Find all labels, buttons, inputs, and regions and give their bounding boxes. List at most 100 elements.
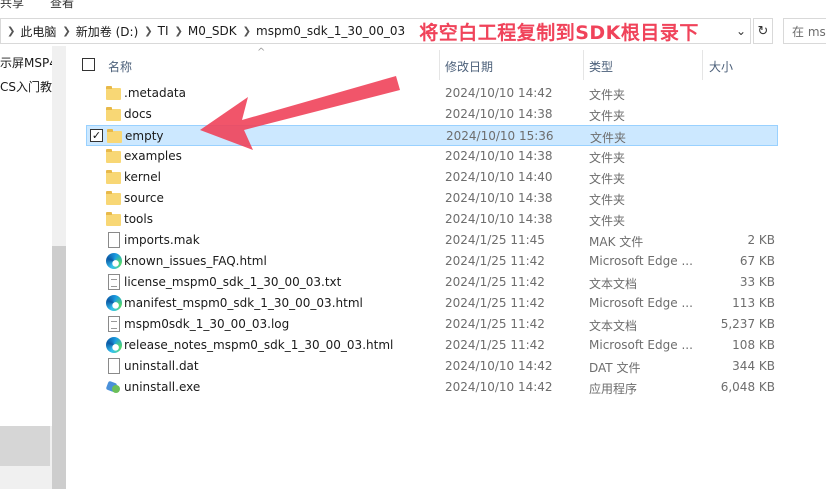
nav-horizontal-thumb[interactable]: [0, 426, 50, 466]
file-name: release_notes_mspm0_sdk_1_30_00_03.html: [124, 338, 394, 352]
chevron-right-icon[interactable]: ❯: [237, 26, 256, 37]
file-date: 2024/1/25 11:42: [445, 275, 545, 289]
file-type: MAK 文件: [589, 235, 644, 249]
file-size: 5,237 KB: [720, 317, 775, 331]
refresh-button[interactable]: ↻: [753, 18, 773, 44]
file-date: 2024/10/10 14:38: [445, 212, 553, 226]
breadcrumb-m0-sdk[interactable]: M0_SDK: [188, 24, 237, 38]
edge-icon: [106, 295, 122, 311]
file-row[interactable]: mspm0sdk_1_30_00_03.log 2024/1/25 11:42 文本…: [86, 314, 778, 335]
file-icon: [106, 232, 122, 248]
file-row[interactable]: license_mspm0_sdk_1_30_00_03.txt 2024/1/2…: [86, 272, 778, 293]
ribbon-strip: 共享 查看: [0, 0, 826, 10]
chevron-right-icon[interactable]: ❯: [169, 26, 188, 37]
file-row[interactable]: docs 2024/10/10 14:38 文件夹: [86, 104, 778, 125]
address-bar[interactable]: ❯ 此电脑 ❯ 新加卷 (D:) ❯ TI ❯ M0_SDK ❯ mspm0_s…: [0, 18, 751, 44]
column-header-row: ^ 名称 修改日期 类型 大小: [74, 47, 826, 80]
file-name: uninstall.exe: [124, 380, 201, 394]
breadcrumb-this-pc[interactable]: 此电脑: [20, 23, 56, 40]
file-row[interactable]: ✓ empty 2024/10/10 15:36 文件夹: [86, 125, 778, 146]
folder-icon: [106, 190, 122, 206]
chevron-right-icon[interactable]: ❯: [138, 26, 157, 37]
file-name: tools: [124, 212, 153, 226]
file-name: imports.mak: [124, 233, 200, 247]
file-row[interactable]: uninstall.exe 2024/10/10 14:42 应用程序 6,048 K…: [86, 377, 778, 398]
column-header-name[interactable]: 名称: [108, 58, 132, 75]
file-date: 2024/10/10 14:42: [445, 86, 553, 100]
folder-icon: [106, 106, 122, 122]
file-row[interactable]: known_issues_FAQ.html 2024/1/25 11:42 Micr…: [86, 251, 778, 272]
file-date: 2024/10/10 14:38: [445, 107, 553, 121]
file-size: 2 KB: [747, 233, 775, 247]
annotation-text: 将空白工程复制到SDK根目录下: [419, 21, 699, 44]
nav-scrollbar[interactable]: [52, 46, 66, 489]
file-date: 2024/10/10 15:36: [446, 129, 554, 143]
folder-icon: [106, 211, 122, 227]
file-date: 2024/10/10 14:38: [445, 149, 553, 163]
column-header-date[interactable]: 修改日期: [445, 58, 493, 75]
file-type: Microsoft Edge ...: [589, 254, 693, 268]
column-divider[interactable]: [702, 50, 703, 80]
file-type: 应用程序: [589, 382, 638, 396]
ribbon-tab-view[interactable]: 查看: [50, 0, 74, 10]
edge-icon: [106, 253, 122, 269]
column-header-type[interactable]: 类型: [589, 58, 613, 75]
file-name: empty: [125, 129, 164, 143]
file-name: examples: [124, 149, 182, 163]
exe-icon: [105, 379, 122, 395]
select-all-checkbox[interactable]: [82, 58, 95, 71]
file-name: docs: [124, 107, 152, 121]
file-date: 2024/1/25 11:45: [445, 233, 545, 247]
file-date: 2024/10/10 14:40: [445, 170, 553, 184]
file-icon: [106, 358, 122, 374]
file-name: .metadata: [124, 86, 186, 100]
file-date: 2024/1/25 11:42: [445, 254, 545, 268]
file-list: ^ 名称 修改日期 类型 大小 .metadata 2024/10/10 14:4…: [74, 46, 826, 489]
file-date: 2024/10/10 14:38: [445, 191, 553, 205]
file-type: DAT 文件: [589, 361, 641, 375]
file-type: 文件夹: [590, 131, 627, 145]
file-type: 文本文档: [589, 319, 638, 333]
file-row[interactable]: kernel 2024/10/10 14:40 文件夹: [86, 167, 778, 188]
file-size: 344 KB: [732, 359, 775, 373]
file-row[interactable]: .metadata 2024/10/10 14:42 文件夹: [86, 83, 778, 104]
file-date: 2024/10/10 14:42: [445, 359, 553, 373]
file-name: known_issues_FAQ.html: [124, 254, 267, 268]
file-size: 113 KB: [732, 296, 775, 310]
breadcrumb-drive-d[interactable]: 新加卷 (D:): [76, 23, 138, 40]
file-type: Microsoft Edge ...: [589, 338, 693, 352]
nav-horizontal-scrollbar[interactable]: [0, 426, 52, 489]
file-name: kernel: [124, 170, 161, 184]
file-row[interactable]: source 2024/10/10 14:38 文件夹: [86, 188, 778, 209]
file-type: Microsoft Edge ...: [589, 296, 693, 310]
chevron-right-icon[interactable]: ❯: [56, 26, 75, 37]
breadcrumb-ti[interactable]: TI: [158, 24, 169, 38]
file-date: 2024/1/25 11:42: [445, 296, 545, 310]
file-name: license_mspm0_sdk_1_30_00_03.txt: [124, 275, 342, 289]
nav-scrollbar-thumb[interactable]: [52, 246, 66, 489]
chevron-down-icon[interactable]: ⌄: [736, 24, 746, 38]
file-row[interactable]: examples 2024/10/10 14:38 文件夹: [86, 146, 778, 167]
file-name: source: [124, 191, 164, 205]
file-type: 文件夹: [589, 88, 626, 102]
file-row[interactable]: release_notes_mspm0_sdk_1_30_00_03.html 2…: [86, 335, 778, 356]
file-row[interactable]: tools 2024/10/10 14:38 文件夹: [86, 209, 778, 230]
file-name: mspm0sdk_1_30_00_03.log: [124, 317, 290, 331]
column-header-size[interactable]: 大小: [709, 58, 733, 75]
file-row[interactable]: imports.mak 2024/1/25 11:45 MAK 文件 2 KB: [86, 230, 778, 251]
ribbon-tab-share[interactable]: 共享: [0, 0, 24, 10]
file-row[interactable]: manifest_mspm0_sdk_1_30_00_03.html 2024/1…: [86, 293, 778, 314]
file-size: 108 KB: [732, 338, 775, 352]
search-input[interactable]: 在 ms: [783, 18, 826, 44]
sort-up-icon: ^: [257, 47, 266, 58]
file-row[interactable]: uninstall.dat 2024/10/10 14:42 DAT 文件 344 K…: [86, 356, 778, 377]
column-divider[interactable]: [439, 50, 440, 80]
column-divider[interactable]: [583, 50, 584, 80]
file-size: 33 KB: [739, 275, 775, 289]
breadcrumb-sdk-folder[interactable]: mspm0_sdk_1_30_00_03: [256, 24, 405, 38]
file-type: 文件夹: [589, 172, 626, 186]
chevron-right-icon[interactable]: ❯: [1, 26, 20, 37]
file-date: 2024/10/10 14:42: [445, 380, 553, 394]
row-checkbox[interactable]: ✓: [90, 129, 103, 142]
nav-item-display[interactable]: 示屏MSP4: [0, 54, 57, 71]
